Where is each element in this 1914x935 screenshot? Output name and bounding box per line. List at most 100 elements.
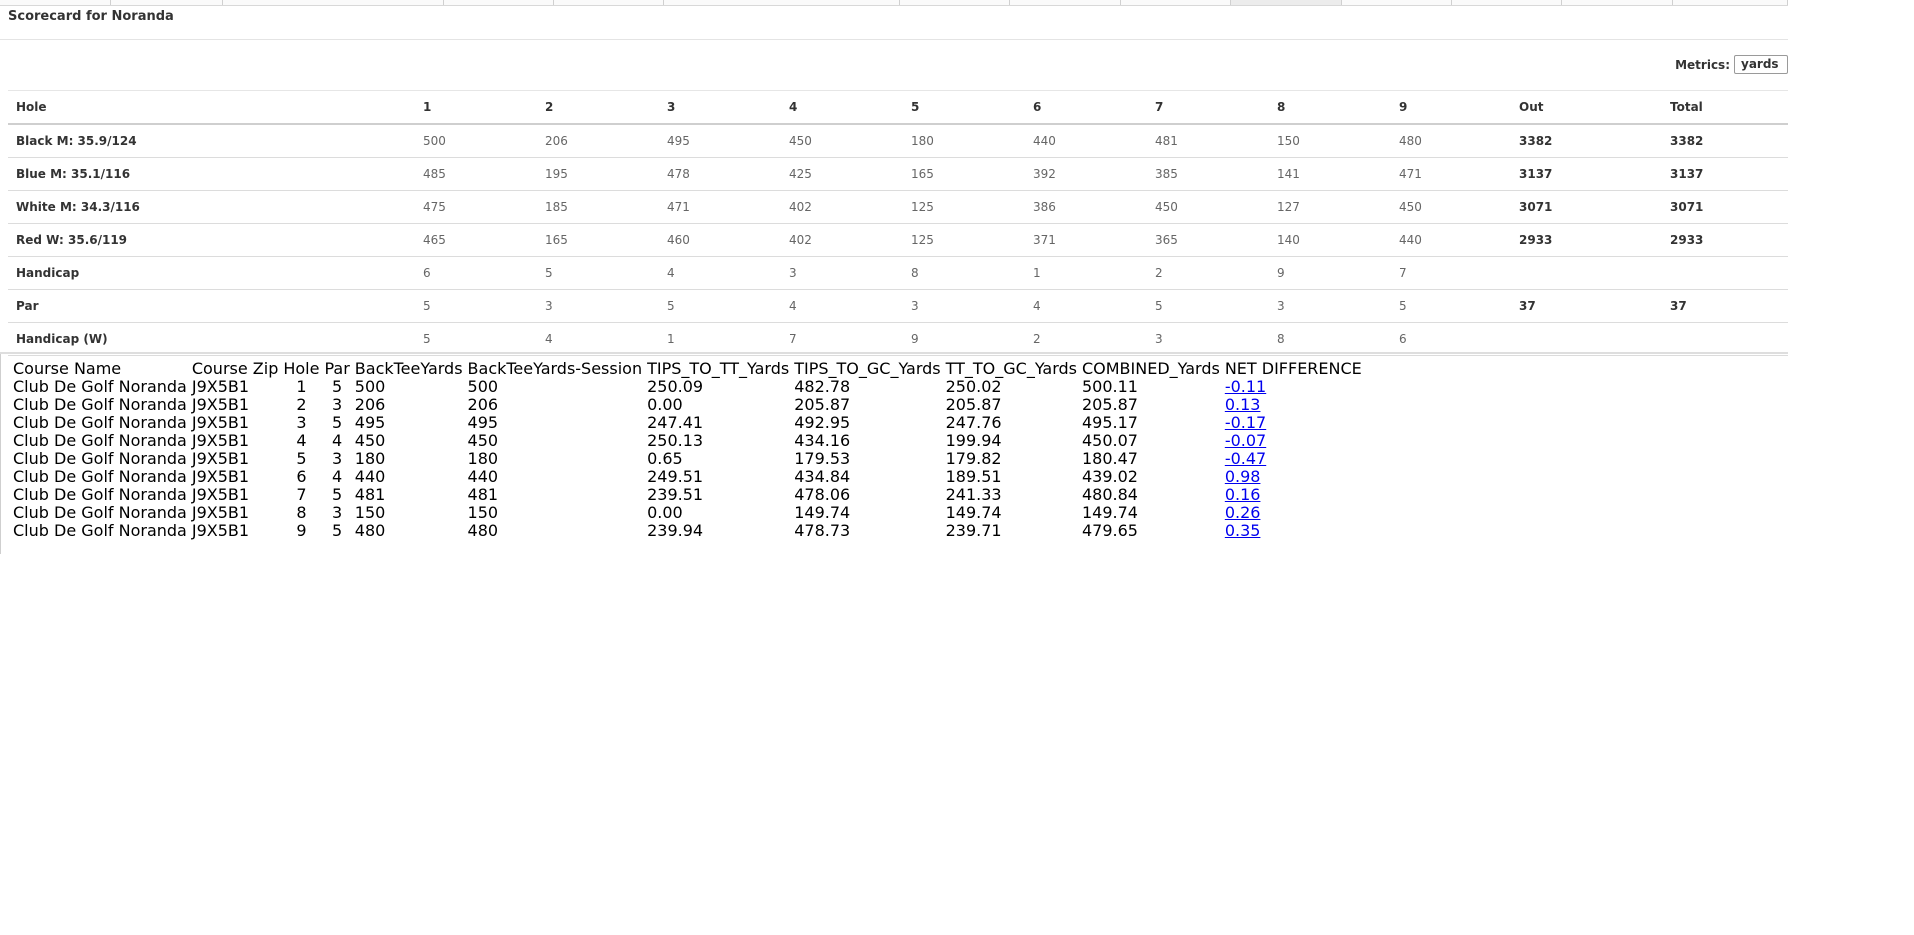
divider (0, 39, 1788, 40)
hole-value-cell: 3 (1147, 322, 1269, 356)
hole-value-cell: 206 (537, 124, 659, 158)
total-cell (1662, 256, 1788, 290)
table-row: Club De Golf Noranda J9X5B1 7 5 481 481 239.51… (13, 486, 1367, 504)
net-difference-link[interactable]: -0.11 (1225, 377, 1266, 396)
column-header: Course Name (13, 359, 122, 378)
table-cell: 500 (467, 377, 499, 396)
table-row: Club De Golf Noranda J9X5B1 9 5 480 480 239.94… (13, 522, 1367, 540)
total-cell: 3382 (1662, 124, 1788, 158)
header-cell: 7 (1147, 91, 1269, 125)
strip-segment[interactable] (1341, 0, 1452, 5)
table-cell: 205.87 (945, 395, 1002, 414)
table-cell: J9X5B1 (191, 413, 250, 432)
hole-value-cell: 8 (903, 256, 1025, 290)
hole-value-cell: 5 (659, 289, 781, 323)
strip-segment[interactable] (1120, 0, 1232, 5)
hole-value-cell: 150 (1269, 124, 1391, 158)
net-difference-link[interactable]: 0.13 (1225, 395, 1261, 414)
net-difference-cell: 0.26 (1225, 504, 1367, 522)
strip-segment[interactable] (1451, 0, 1563, 5)
scorecard-row: Black M: 35.9/124 500 206 495 450 180 440 481 15… (8, 124, 1788, 158)
table-cell: 0.65 (647, 449, 683, 468)
table-cell: 434.16 (794, 431, 851, 450)
hole-value-cell: 471 (1391, 157, 1511, 191)
table-cell: 481 (354, 485, 386, 504)
hole-value-cell: 127 (1269, 190, 1391, 224)
table-cell: 149.74 (945, 503, 1002, 522)
table-cell: 500 (354, 377, 386, 396)
hole-value-cell: 5 (415, 322, 537, 356)
table-cell: 482.78 (794, 377, 851, 396)
hole-value-cell: 5 (415, 289, 537, 323)
page: Scorecard for Noranda Metrics: yards Hol… (0, 0, 1914, 935)
hole-value-cell: 402 (781, 190, 903, 224)
strip-segment[interactable] (664, 0, 900, 5)
table-cell: 5 (332, 413, 343, 432)
table-cell: 478.06 (794, 485, 851, 504)
scorecard-table: Hole 1 2 3 4 5 6 7 8 9 Out Total Black M: 35.9/124 5… (8, 91, 1788, 356)
strip-segment[interactable] (443, 0, 554, 5)
strip-segment[interactable] (222, 0, 444, 5)
header-hole: Hole (8, 91, 415, 125)
hole-value-cell: 3 (903, 289, 1025, 323)
table-row: Club De Golf Noranda J9X5B1 1 5 500 500 250.09… (13, 378, 1367, 396)
hole-value-cell: 8 (1269, 322, 1391, 356)
hole-value-cell: 386 (1025, 190, 1147, 224)
column-header: NET DIFFERENCE (1224, 359, 1362, 378)
hole-value-cell: 4 (1025, 289, 1147, 323)
table-cell: Club De Golf Noranda (13, 521, 187, 540)
table-row: Club De Golf Noranda J9X5B1 6 4 440 440 249.51… (13, 468, 1367, 486)
table-cell: 180 (467, 449, 499, 468)
column-header: TIPS_TO_TT_Yards (647, 359, 790, 378)
table-row: Club De Golf Noranda J9X5B1 3 5 495 495 247.41… (13, 414, 1367, 432)
net-difference-cell: -0.17 (1225, 414, 1367, 432)
scorecard-header-row: Hole 1 2 3 4 5 6 7 8 9 Out Total (8, 91, 1788, 125)
table-cell: 492.95 (794, 413, 851, 432)
table-cell: 8 (296, 503, 307, 522)
table-cell: 250.09 (647, 377, 704, 396)
table-cell: J9X5B1 (191, 485, 250, 504)
table-row: Club De Golf Noranda J9X5B1 2 3 206 206 0.00 20… (13, 396, 1367, 414)
net-difference-cell: 0.13 (1225, 396, 1367, 414)
hole-value-cell: 5 (537, 256, 659, 290)
table-cell: 150 (467, 503, 499, 522)
strip-segment[interactable] (1010, 0, 1121, 5)
net-difference-link[interactable]: 0.26 (1225, 503, 1261, 522)
column-header: BackTeeYards (354, 359, 463, 378)
hole-value-cell: 471 (659, 190, 781, 224)
table-cell: 180 (354, 449, 386, 468)
net-difference-link[interactable]: 0.16 (1225, 485, 1261, 504)
out-cell (1511, 322, 1662, 356)
column-header: BackTeeYards-Session (467, 359, 643, 378)
hole-value-cell: 4 (537, 322, 659, 356)
strip-segment[interactable] (111, 0, 223, 5)
strip-segment-active[interactable] (1231, 0, 1342, 5)
metrics-label: Metrics: (1675, 57, 1730, 72)
hole-value-cell: 2 (1025, 322, 1147, 356)
net-difference-link[interactable]: -0.17 (1225, 413, 1266, 432)
strip-segment[interactable] (1672, 0, 1789, 5)
net-difference-link[interactable]: -0.47 (1225, 449, 1266, 468)
header-cell: 2 (537, 91, 659, 125)
hole-value-cell: 481 (1147, 124, 1269, 158)
hole-value-cell: 3 (537, 289, 659, 323)
strip-segment[interactable] (899, 0, 1011, 5)
hole-value-cell: 165 (903, 157, 1025, 191)
hole-value-cell: 4 (659, 256, 781, 290)
metrics-control: Metrics: yards (1675, 55, 1788, 74)
strip-segment[interactable] (0, 0, 112, 5)
table-cell: 440 (354, 467, 386, 486)
table-cell: J9X5B1 (191, 449, 250, 468)
strip-segment[interactable] (1562, 0, 1673, 5)
strip-segment[interactable] (553, 0, 665, 5)
net-difference-link[interactable]: -0.07 (1225, 431, 1266, 450)
table-cell: 0.00 (647, 503, 683, 522)
metrics-select[interactable]: yards (1734, 55, 1788, 74)
row-label: Handicap (8, 256, 415, 290)
table-cell: Club De Golf Noranda (13, 431, 187, 450)
column-header: COMBINED_Yards (1081, 359, 1220, 378)
table-cell: 247.41 (647, 413, 704, 432)
net-difference-link[interactable]: 0.35 (1225, 521, 1261, 540)
net-difference-link[interactable]: 0.98 (1225, 467, 1261, 486)
total-cell: 2933 (1662, 223, 1788, 257)
